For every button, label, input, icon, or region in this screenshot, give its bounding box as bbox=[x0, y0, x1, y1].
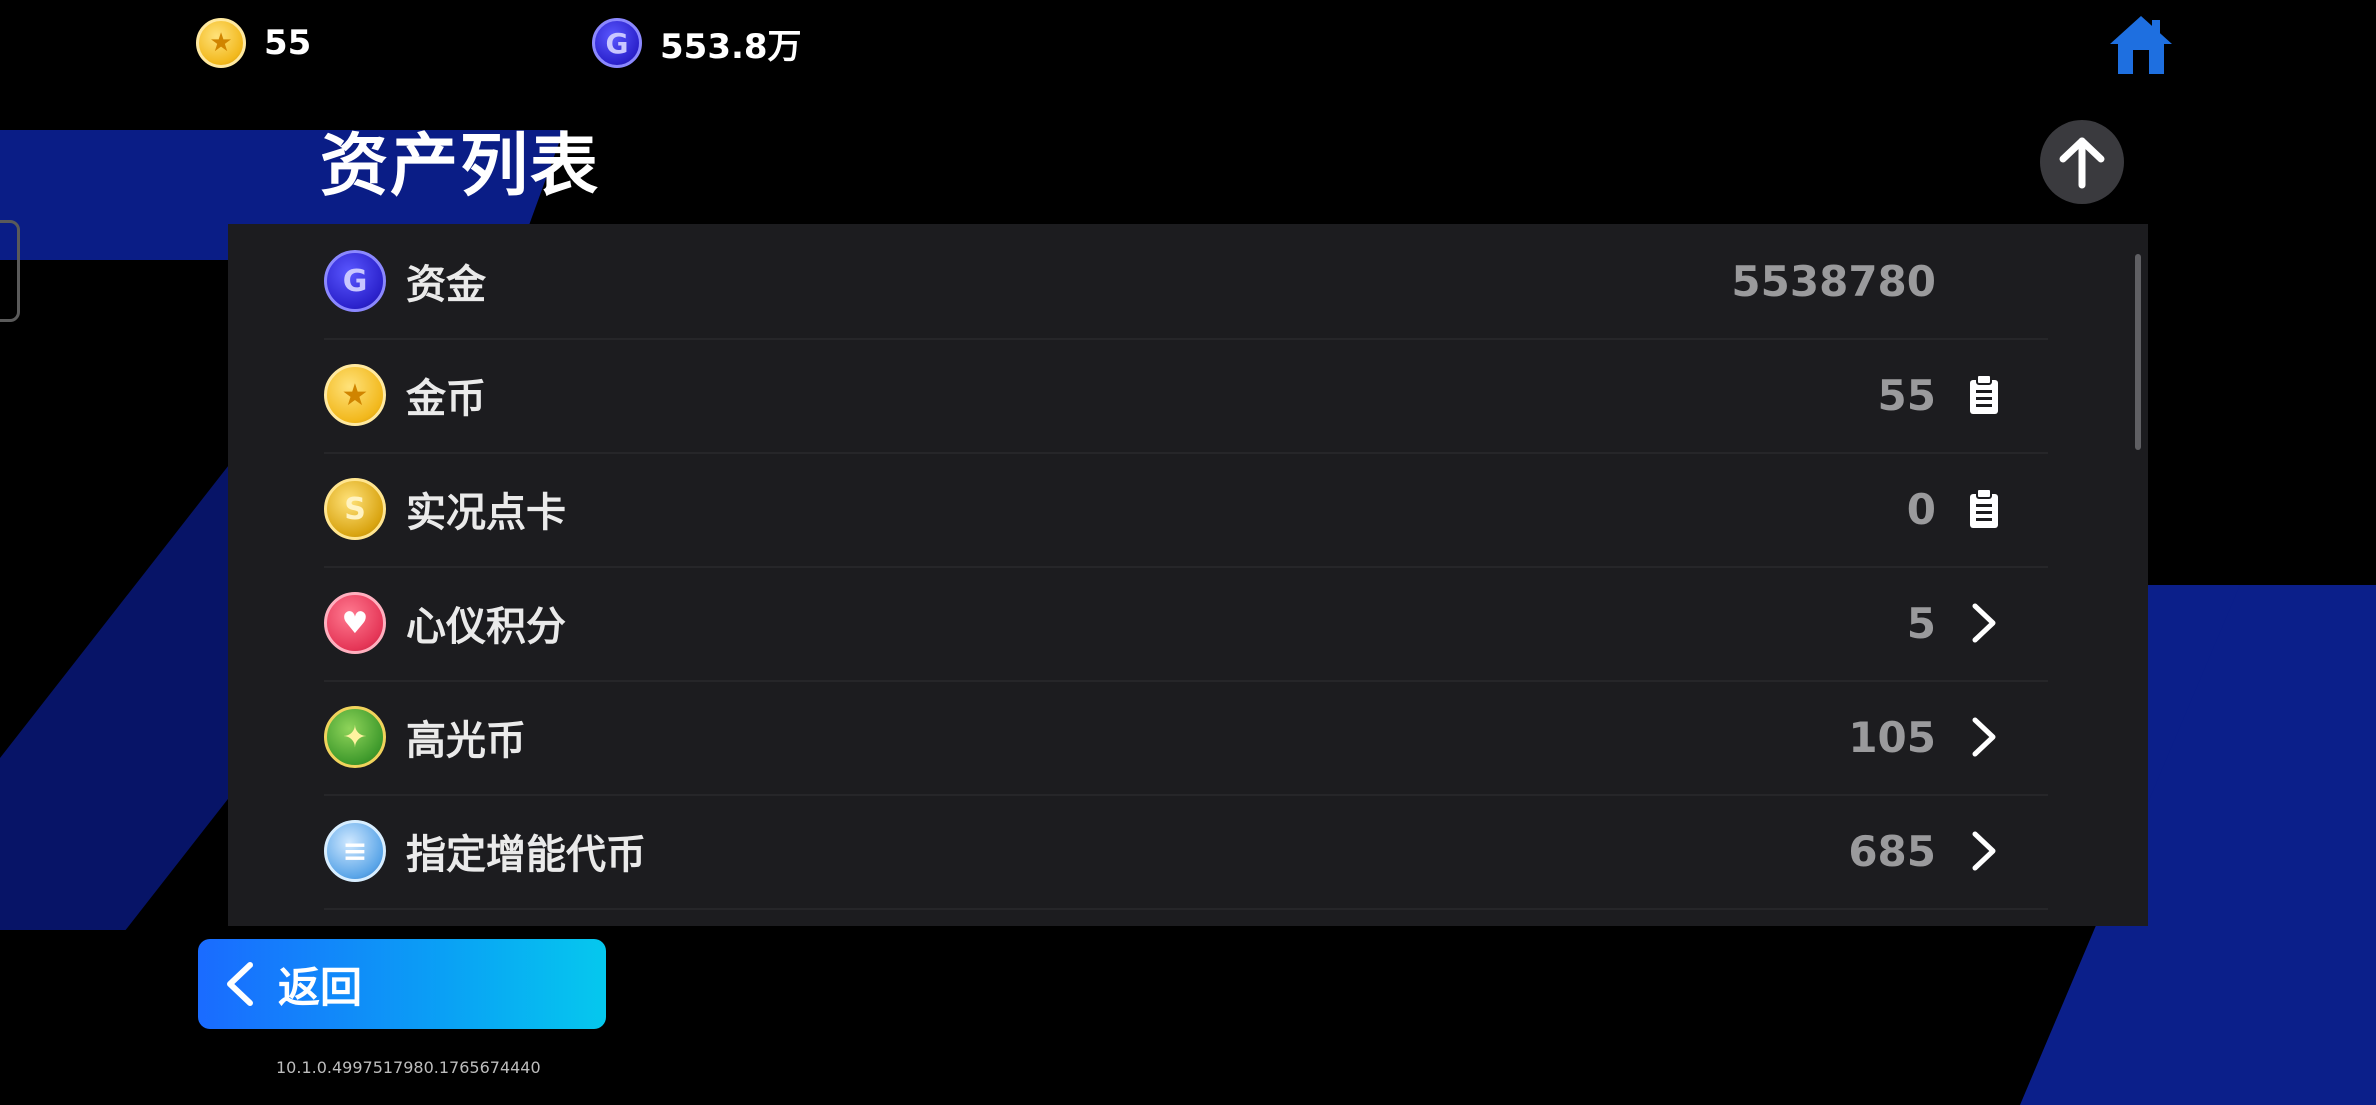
chevron-left-icon bbox=[227, 962, 253, 1006]
boost-token-icon: ≡ bbox=[324, 820, 386, 882]
chevron-right-icon bbox=[1972, 717, 1996, 757]
asset-name: 金币 bbox=[406, 376, 486, 422]
asset-row-highlight-coin[interactable]: ✦ 高光币 105 bbox=[324, 680, 2048, 796]
clipboard-icon bbox=[1970, 488, 1998, 528]
asset-row-funds: G 资金 5538780 bbox=[324, 224, 2048, 340]
asset-name: 指定增能代币 bbox=[406, 832, 646, 878]
page-title: 资产列表 bbox=[320, 127, 601, 206]
chevron-right-button[interactable] bbox=[1964, 598, 2004, 648]
highlight-coin-icon: ✦ bbox=[324, 706, 386, 768]
asset-name: 实况点卡 bbox=[406, 490, 566, 536]
heart-coin-icon: ♥ bbox=[324, 592, 386, 654]
chevron-right-icon bbox=[1972, 603, 1996, 643]
home-button[interactable] bbox=[2108, 14, 2174, 76]
asset-name: 高光币 bbox=[406, 718, 526, 764]
clipboard-button[interactable] bbox=[1964, 370, 2004, 420]
asset-value: 685 bbox=[1848, 826, 1936, 876]
clipboard-icon bbox=[1970, 374, 1998, 414]
scrollbar[interactable] bbox=[2135, 254, 2141, 450]
side-hex-frame bbox=[0, 220, 20, 322]
asset-row-boost-token[interactable]: ≡ 指定增能代币 685 bbox=[324, 794, 2048, 910]
arrow-up-icon bbox=[2059, 137, 2105, 189]
gold-coin-amount: 55 bbox=[264, 23, 312, 63]
asset-name: 资金 bbox=[406, 262, 486, 308]
asset-value: 5 bbox=[1906, 598, 1936, 648]
version-text: 10.1.0.4997517980.1765674440 bbox=[276, 1058, 541, 1077]
star-coin-icon: ★ bbox=[324, 364, 386, 426]
asset-list-panel[interactable]: G 资金 5538780 ★ 金币 55 S 实况点卡 0 ♥ 心仪积分 5 ✦… bbox=[228, 224, 2148, 926]
back-button[interactable]: 返回 bbox=[198, 939, 606, 1029]
chevron-right-icon bbox=[1972, 831, 1996, 871]
asset-name: 心仪积分 bbox=[406, 604, 566, 650]
g-coin-icon: G bbox=[592, 18, 642, 68]
funds-balance: G 553.8万 bbox=[592, 18, 802, 68]
s-coin-icon: S bbox=[324, 478, 386, 540]
asset-value: 105 bbox=[1848, 712, 1936, 762]
asset-value: 5538780 bbox=[1731, 256, 1936, 306]
g-coin-icon: G bbox=[324, 250, 386, 312]
asset-row-point-card: S 实况点卡 0 bbox=[324, 452, 2048, 568]
clipboard-button[interactable] bbox=[1964, 484, 2004, 534]
asset-value: 55 bbox=[1877, 370, 1936, 420]
back-button-label: 返回 bbox=[278, 962, 363, 1012]
home-icon bbox=[2110, 16, 2172, 74]
funds-amount: 553.8万 bbox=[660, 26, 802, 67]
scroll-to-top-button[interactable] bbox=[2040, 120, 2124, 204]
asset-value: 0 bbox=[1906, 484, 1936, 534]
asset-row-favor-points[interactable]: ♥ 心仪积分 5 bbox=[324, 566, 2048, 682]
gold-coin-balance: ★ 55 bbox=[196, 18, 311, 68]
chevron-right-button[interactable] bbox=[1964, 826, 2004, 876]
star-coin-icon: ★ bbox=[196, 18, 246, 68]
chevron-right-button[interactable] bbox=[1964, 712, 2004, 762]
asset-row-gold-coin: ★ 金币 55 bbox=[324, 338, 2048, 454]
